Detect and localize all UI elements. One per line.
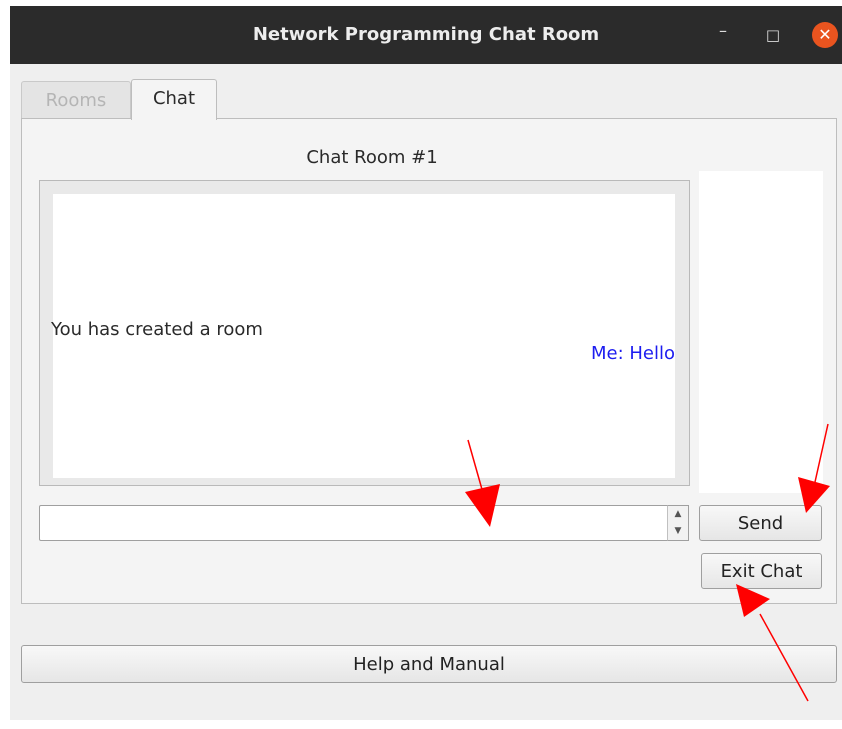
input-spinner[interactable]: ▲ ▼: [667, 505, 689, 541]
user-list[interactable]: [699, 171, 823, 493]
message-input[interactable]: [39, 505, 677, 541]
own-message: Me: Hello: [590, 343, 675, 364]
help-manual-button[interactable]: Help and Manual: [21, 645, 837, 683]
message-list[interactable]: You has created a room Me: Hello: [51, 194, 675, 478]
send-button[interactable]: Send: [699, 505, 822, 541]
tab-rooms[interactable]: Rooms: [21, 81, 131, 119]
title-bar[interactable]: Network Programming Chat Room – □ ✕: [10, 6, 842, 64]
exit-chat-button[interactable]: Exit Chat: [701, 553, 822, 589]
minimize-icon[interactable]: –: [712, 20, 734, 42]
system-message: You has created a room: [51, 319, 263, 340]
tab-chat[interactable]: Chat: [131, 79, 217, 120]
maximize-icon[interactable]: □: [762, 24, 784, 46]
room-title: Chat Room #1: [306, 147, 438, 168]
spin-down-icon[interactable]: ▼: [668, 523, 688, 540]
close-icon[interactable]: ✕: [812, 22, 838, 48]
spin-up-icon[interactable]: ▲: [668, 506, 688, 523]
chat-window: Network Programming Chat Room – □ ✕ Room…: [10, 6, 842, 720]
chat-panel: Chat Room #1 You has created a room Me: …: [21, 118, 837, 604]
message-frame: You has created a room Me: Hello: [39, 180, 690, 486]
